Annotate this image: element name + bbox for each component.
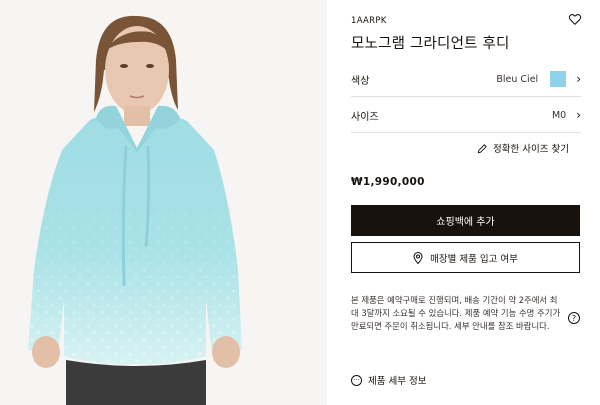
product-image[interactable] xyxy=(0,0,327,405)
color-label: 색상 xyxy=(351,75,370,87)
size-selector[interactable]: 사이즈 M0 › xyxy=(351,100,581,130)
product-details-link[interactable]: ··· 제품 세부 정보 xyxy=(351,373,426,387)
product-info-panel: 1AARPK 모노그램 그라디언트 후디 색상 Bleu Ciel › 사이즈 … xyxy=(327,0,600,405)
product-details-label: 제품 세부 정보 xyxy=(368,376,427,387)
divider xyxy=(351,132,581,133)
size-guide-link[interactable]: 정확한 사이즈 찾기 xyxy=(477,141,569,155)
store-stock-button[interactable]: 매장별 제품 입고 여부 xyxy=(351,242,580,273)
more-dots-icon: ··· xyxy=(351,374,362,386)
product-price: ₩1,990,000 xyxy=(351,176,425,188)
color-value: Bleu Ciel xyxy=(496,73,539,85)
chevron-right-icon: › xyxy=(576,72,581,86)
color-selector[interactable]: 색상 Bleu Ciel › xyxy=(351,64,581,94)
preorder-notice: 본 제품은 예약구매로 진행되며, 배송 기간이 약 2주에서 최대 3달까지 … xyxy=(351,295,561,331)
color-swatch xyxy=(550,71,567,87)
size-value: M0 xyxy=(551,109,567,121)
product-sku: 1AARPK xyxy=(351,16,387,26)
add-to-cart-button[interactable]: 쇼핑백에 추가 xyxy=(351,205,580,236)
product-title: 모노그램 그라디언트 후디 xyxy=(351,36,510,52)
store-stock-label: 매장별 제품 입고 여부 xyxy=(430,253,518,265)
question-circle-icon[interactable]: ? xyxy=(568,312,580,324)
size-guide-label: 정확한 사이즈 찾기 xyxy=(493,144,569,155)
hoodie-model-illustration xyxy=(28,15,242,405)
divider xyxy=(351,96,581,97)
pencil-icon xyxy=(477,143,487,153)
location-pin-icon xyxy=(413,251,423,264)
heart-icon[interactable] xyxy=(568,12,582,26)
size-label: 사이즈 xyxy=(351,111,379,123)
chevron-right-icon: › xyxy=(576,108,581,122)
